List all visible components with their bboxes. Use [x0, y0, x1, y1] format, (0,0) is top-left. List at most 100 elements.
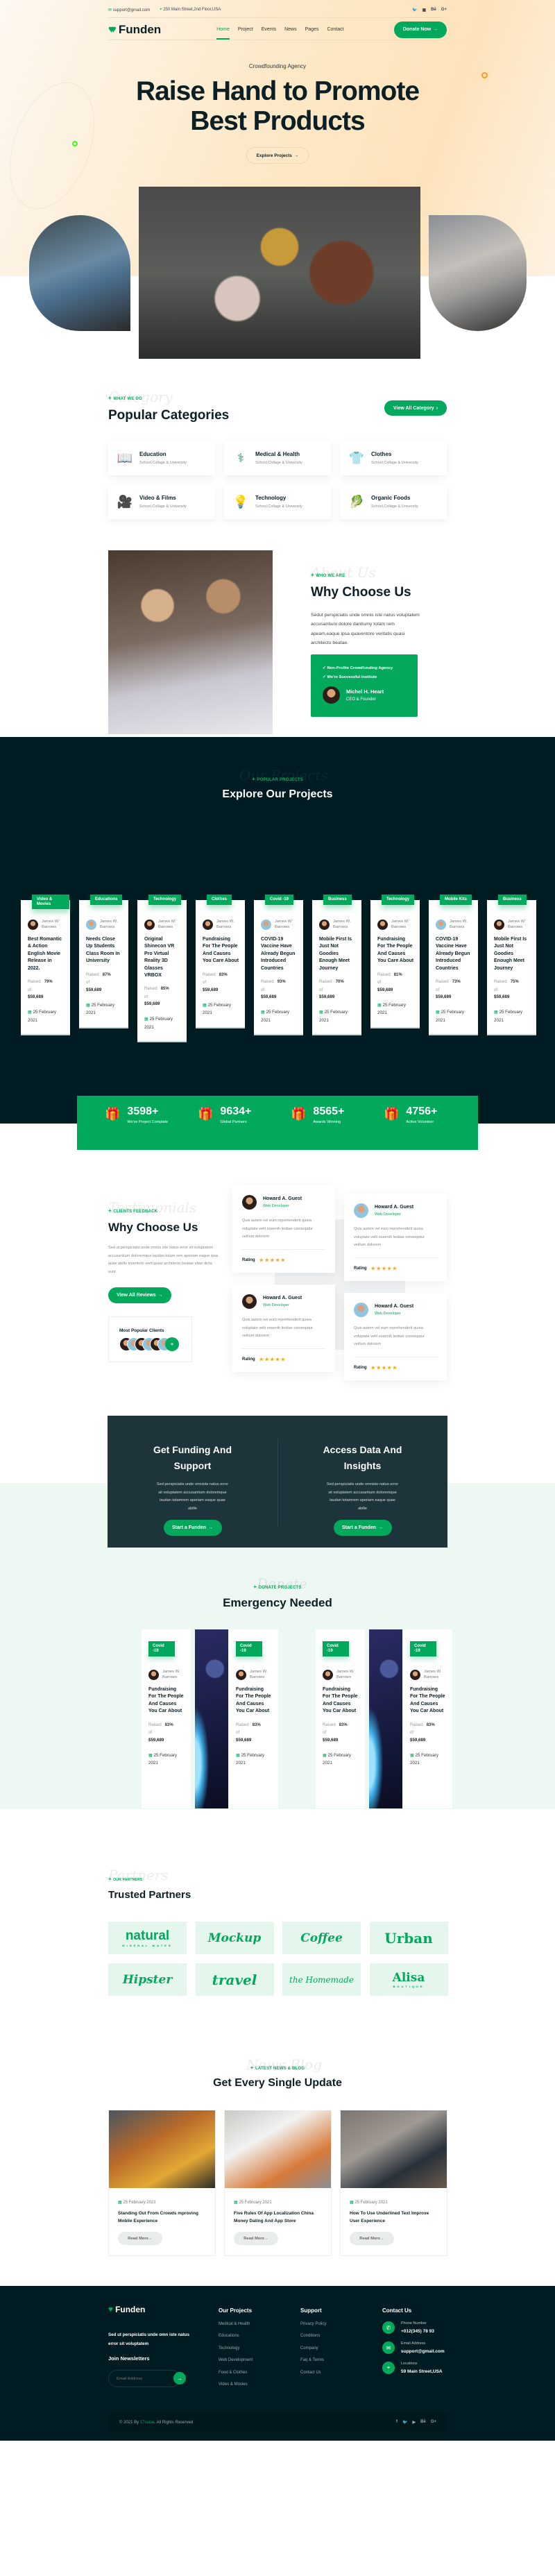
- contact-value[interactable]: 59 Main Street,USA: [401, 2369, 443, 2374]
- category-badge[interactable]: Educations: [90, 895, 123, 905]
- footer-link[interactable]: Web Development: [219, 2358, 253, 2362]
- project-title[interactable]: Fundraising For The People And Causes Yo…: [236, 1686, 273, 1715]
- footer-logo[interactable]: ♥♥ Funden: [108, 2305, 145, 2314]
- nav-item-pages[interactable]: Pages: [305, 27, 319, 32]
- behance-icon[interactable]: Bē: [431, 8, 436, 12]
- footer-link[interactable]: Contact Us: [300, 2371, 326, 2375]
- start-funden-button[interactable]: Start a Funden →: [333, 1520, 392, 1536]
- behance-icon[interactable]: Bē: [420, 2420, 426, 2425]
- project-title[interactable]: COVID-19 Vaccine Have Already Begun Intr…: [261, 936, 298, 972]
- project-title[interactable]: Mobile First Is Just Not Goodies Enough …: [319, 936, 356, 972]
- start-funden-button[interactable]: Start a Funden →: [163, 1520, 222, 1536]
- nav-item-project[interactable]: Project: [238, 27, 253, 32]
- youtube-icon[interactable]: ▶: [413, 2420, 416, 2425]
- category-badge[interactable]: Technology: [148, 895, 182, 905]
- instagram-icon[interactable]: ▣: [422, 8, 426, 12]
- twitter-icon[interactable]: 🐦: [412, 8, 417, 12]
- category-card[interactable]: 📖 Education School,Collage & University: [108, 441, 215, 475]
- logo[interactable]: ♥♥ Funden: [108, 23, 161, 37]
- footer-link[interactable]: Faq & Terms: [300, 2358, 326, 2362]
- project-title[interactable]: Original Shinecon VR Pro Virtual Reality…: [144, 936, 181, 979]
- partner-logo[interactable]: natural MINERAL WATER: [108, 1922, 187, 1954]
- partner-logo[interactable]: Mockup: [195, 1922, 274, 1954]
- category-badge[interactable]: Business: [323, 895, 352, 905]
- category-badge[interactable]: Clothes: [207, 895, 232, 905]
- blog-image[interactable]: [225, 2110, 331, 2188]
- email-info[interactable]: ✉ support@gmail.com: [108, 8, 150, 12]
- footer-link[interactable]: Educations: [219, 2334, 253, 2338]
- partner-logo[interactable]: Alisa BOUTIQUE: [369, 1963, 448, 1996]
- category-card[interactable]: 🥬 Organic Foods School,Collage & Universit…: [340, 484, 447, 519]
- facebook-icon[interactable]: f: [396, 2420, 398, 2425]
- project-card[interactable]: Mobile Kits James W. Barrows COVID-19 Vacc…: [429, 895, 478, 1036]
- project-title[interactable]: Fundraising For The People And Causes Yo…: [148, 1686, 185, 1715]
- project-title[interactable]: Mobile First Is Just Not Goodies Enough …: [494, 936, 531, 972]
- category-badge[interactable]: Covid -19: [148, 1641, 175, 1656]
- project-title[interactable]: Fundraising For The People And Causes Yo…: [377, 936, 414, 965]
- nav-item-contact[interactable]: Contact: [327, 27, 343, 32]
- explore-projects-button[interactable]: Explore Projects →: [246, 147, 309, 164]
- project-card[interactable]: Business James W. Barrows Mobile First Is …: [312, 895, 361, 1036]
- copyright-brand-link[interactable]: 17sucai: [140, 2421, 155, 2425]
- project-title[interactable]: Fundraising For The People And Causes Yo…: [323, 1686, 359, 1715]
- google-plus-icon[interactable]: G+: [431, 2420, 436, 2425]
- project-card[interactable]: Technology James W. Barrows Fundraising Fo…: [370, 895, 420, 1028]
- project-title[interactable]: Fundraising For The People And Causes Yo…: [410, 1686, 447, 1715]
- project-title[interactable]: Best Romantic & Action English Movie Rel…: [28, 936, 65, 972]
- read-more-button[interactable]: Read More →: [350, 2232, 394, 2245]
- blog-image[interactable]: [341, 2110, 447, 2188]
- emergency-card[interactable]: Covid -19 James W. Barrows Fundraising For…: [229, 1629, 278, 1808]
- category-badge[interactable]: Technology: [382, 895, 415, 905]
- partner-logo[interactable]: Urban: [369, 1922, 448, 1954]
- newsletter-submit-button[interactable]: →: [173, 2372, 186, 2384]
- view-all-category-button[interactable]: View All Category ›: [384, 400, 447, 416]
- project-title[interactable]: Fundraising For The People And Causes Yo…: [203, 936, 239, 965]
- category-badge[interactable]: Covid -19: [410, 1641, 436, 1656]
- nav-item-events[interactable]: Events: [262, 27, 276, 32]
- partner-logo[interactable]: Hipster: [108, 1963, 187, 1996]
- project-title[interactable]: COVID-19 Vaccine Have Already Begun Intr…: [436, 936, 472, 972]
- category-card[interactable]: ⚕ Medical & Health School,Collage & Univer…: [224, 441, 331, 475]
- project-card[interactable]: Covid -19 James W. Barrows COVID-19 Vaccin…: [254, 895, 303, 1036]
- category-badge[interactable]: Covid -19: [323, 1641, 349, 1656]
- project-title[interactable]: Needs Close Up Students Class Room In Un…: [86, 936, 123, 965]
- blog-title[interactable]: Five Rules Of App Localization China Mon…: [234, 2210, 322, 2225]
- blog-title[interactable]: Standing Out From Crowds mproving Mobile…: [118, 2210, 206, 2225]
- project-card[interactable]: Educations James W. Barrows Needs Close Up…: [79, 895, 128, 1028]
- category-card[interactable]: 👕 Clothes School,Collage & University: [340, 441, 447, 475]
- footer-link[interactable]: Technology: [219, 2346, 253, 2350]
- partner-logo[interactable]: Coffee: [282, 1922, 361, 1954]
- newsletter-email-input[interactable]: [117, 2376, 165, 2381]
- footer-link[interactable]: Medical & Health: [219, 2322, 253, 2326]
- footer-link[interactable]: Video & Movies: [219, 2382, 253, 2387]
- twitter-icon[interactable]: 🐦: [402, 2420, 407, 2425]
- read-more-button[interactable]: Read More →: [118, 2232, 162, 2245]
- view-all-reviews-button[interactable]: View All Reviews →: [108, 1287, 171, 1303]
- project-card[interactable]: Technology James W. Barrows Original Shine…: [137, 895, 187, 1043]
- donate-now-button[interactable]: Donate Now →: [394, 21, 447, 38]
- nav-item-news[interactable]: News: [284, 27, 297, 32]
- category-card[interactable]: 🎥 Video & Films School,Collage & Universit…: [108, 484, 215, 519]
- category-badge[interactable]: Covid -19: [265, 895, 294, 905]
- category-badge[interactable]: Mobile Kits: [440, 895, 472, 905]
- emergency-card[interactable]: Covid -19 James W. Barrows Fundraising For…: [142, 1629, 191, 1808]
- project-card[interactable]: Business James W. Barrows Mobile First Is …: [487, 895, 536, 1036]
- footer-link[interactable]: Conditions: [300, 2334, 326, 2338]
- footer-link[interactable]: Food & Clothes: [219, 2371, 253, 2375]
- partner-logo[interactable]: the Homemade: [282, 1963, 361, 1996]
- category-card[interactable]: 💡 Technology School,Collage & University: [224, 484, 331, 519]
- google-plus-icon[interactable]: G+: [441, 8, 447, 12]
- contact-value[interactable]: support@gmail.com: [401, 2349, 445, 2354]
- blog-title[interactable]: How To Use Underlined Text Improve User …: [350, 2210, 438, 2225]
- partner-logo[interactable]: travel: [195, 1963, 274, 1996]
- read-more-button[interactable]: Read More →: [234, 2232, 278, 2245]
- project-card[interactable]: Clothes James W. Barrows Fundraising For T…: [196, 895, 245, 1028]
- project-card[interactable]: Video & Movies James W. Barrows Best Roman…: [21, 895, 70, 1036]
- category-badge[interactable]: Video & Movies: [32, 895, 69, 909]
- category-badge[interactable]: Covid -19: [236, 1641, 262, 1656]
- contact-value[interactable]: +012(345) 78 93: [401, 2329, 434, 2334]
- footer-link[interactable]: Company: [300, 2346, 326, 2350]
- category-badge[interactable]: Business: [498, 895, 527, 905]
- blog-image[interactable]: [109, 2110, 215, 2188]
- add-client-button[interactable]: +: [165, 1337, 179, 1351]
